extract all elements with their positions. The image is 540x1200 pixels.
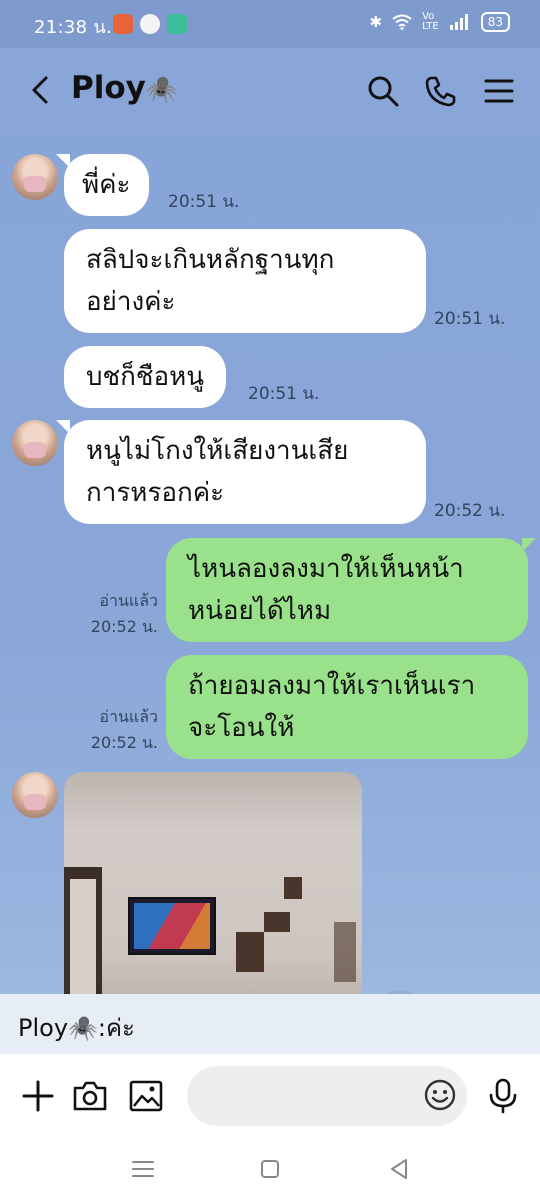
photo-shelf — [284, 877, 302, 899]
preview-text: Ploy🕷️:ค่ะ — [18, 1014, 135, 1042]
message-text: พี่ค่ะ — [82, 170, 131, 200]
plus-icon[interactable] — [18, 1076, 58, 1116]
message-bubble-incoming[interactable]: พี่ค่ะ — [56, 154, 149, 216]
message-text-line: หนูไม่โกงให้เสียงานเสีย — [86, 436, 349, 466]
back-icon[interactable] — [26, 72, 56, 108]
image-icon[interactable] — [126, 1076, 166, 1116]
back-nav-icon[interactable] — [386, 1156, 412, 1182]
spider-emoji: 🕷️ — [145, 75, 179, 105]
message-text-line: ไหนลองลงมาให้เห็นหน้า — [188, 554, 464, 584]
photo-door — [64, 867, 102, 994]
photo-tv — [128, 897, 216, 955]
phone-icon[interactable] — [424, 74, 458, 108]
status-bar: 21:38 น. ✱ Vo LTE 83 — [0, 0, 540, 48]
chat-title[interactable]: Ploy🕷️ — [71, 70, 178, 106]
avatar[interactable] — [12, 154, 58, 200]
message-time: 20:52 น. — [90, 733, 158, 752]
app-notification-icon — [113, 14, 133, 34]
wifi-icon — [392, 14, 412, 30]
message-preview-banner[interactable]: Ploy🕷️:ค่ะ — [0, 994, 540, 1054]
message-bubble-incoming[interactable]: สลิปจะเกินหลักฐานทุก อย่างค่ะ — [64, 229, 426, 333]
message-time: 20:51 น. — [434, 309, 506, 329]
app-notification-icon — [167, 14, 187, 34]
chat-header: Ploy🕷️ — [0, 48, 540, 132]
menu-icon[interactable] — [482, 74, 516, 108]
app-notification-icon — [140, 14, 160, 34]
read-receipt: อ่านแล้ว 20:52 น. — [78, 704, 158, 756]
photo-shelf — [334, 922, 356, 982]
message-time: 20:52 น. — [434, 501, 506, 521]
message-text-line: ถ้ายอมลงมาให้เราเห็นเรา — [188, 671, 476, 701]
photo-shelf — [264, 912, 290, 932]
status-icons: ✱ Vo LTE 83 — [370, 12, 510, 32]
message-text-line: หน่อยได้ไหม — [188, 596, 332, 626]
message-text: บชก็ชือหนู — [86, 362, 205, 392]
message-time: 20:52 น. — [90, 617, 158, 636]
photo-message[interactable] — [64, 772, 362, 994]
camera-icon[interactable] — [70, 1076, 110, 1116]
message-time: 20:51 น. — [248, 384, 320, 404]
chat-title-name: Ploy — [71, 70, 146, 106]
message-bubble-incoming[interactable]: บชก็ชือหนู — [64, 346, 227, 408]
status-time: 21:38 น. — [34, 17, 113, 38]
read-receipt: อ่านแล้ว 20:52 น. — [78, 588, 158, 640]
avatar[interactable] — [12, 772, 58, 818]
system-nav-bar — [0, 1140, 540, 1200]
battery-indicator: 83 — [480, 12, 510, 32]
photo-shelf — [236, 932, 264, 972]
read-label: อ่านแล้ว — [99, 707, 158, 726]
message-bubble-incoming[interactable]: หนูไม่โกงให้เสียงานเสีย การหรอกค่ะ — [56, 420, 426, 524]
input-bar — [0, 1054, 540, 1140]
recent-apps-icon[interactable] — [130, 1156, 156, 1182]
chat-area[interactable]: · พี่ค่ะ 20:51 น. สลิปจะเกินหลักฐานทุก อ… — [0, 132, 540, 994]
signal-icon — [449, 14, 468, 30]
message-bubble-outgoing[interactable]: ถ้ายอมลงมาให้เราเห็นเรา จะโอนให้ — [166, 655, 528, 759]
message-time: 20:51 น. — [168, 192, 240, 212]
avatar[interactable] — [12, 420, 58, 466]
message-text-line: อย่างค่ะ — [86, 287, 176, 317]
mic-icon[interactable] — [483, 1076, 523, 1116]
message-text-line: จะโอนให้ — [188, 713, 295, 743]
message-bubble-outgoing[interactable]: ไหนลองลงมาให้เห็นหน้า หน่อยได้ไหม — [166, 538, 536, 642]
read-label: อ่านแล้ว — [99, 591, 158, 610]
clipped-timestamp: · — [275, 132, 280, 139]
message-text-line: การหรอกค่ะ — [86, 478, 225, 508]
emoji-icon[interactable] — [423, 1078, 457, 1112]
home-icon[interactable] — [257, 1156, 283, 1182]
search-icon[interactable] — [366, 74, 400, 108]
volte-icon: Vo LTE — [422, 11, 439, 32]
bluetooth-icon: ✱ — [369, 13, 383, 31]
message-text-line: สลิปจะเกินหลักฐานทุก — [86, 245, 335, 275]
